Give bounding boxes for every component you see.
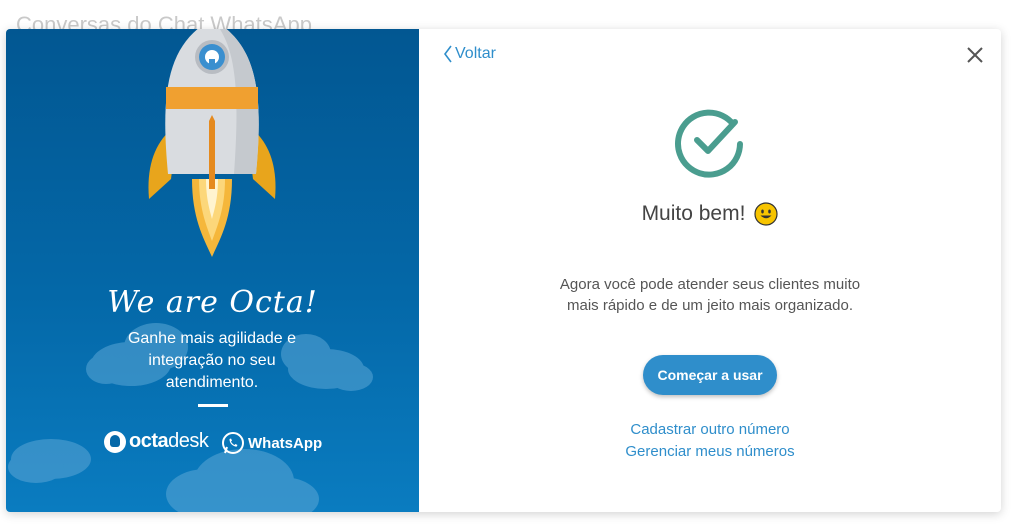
smiley-emoji-icon bbox=[754, 202, 779, 226]
close-icon bbox=[967, 47, 983, 63]
register-number-link[interactable]: Cadastrar outro número bbox=[419, 421, 1001, 438]
close-button[interactable] bbox=[963, 43, 987, 67]
octadesk-name-bold: octa bbox=[129, 430, 169, 452]
octadesk-name-thin: desk bbox=[168, 430, 209, 452]
check-circle-icon bbox=[675, 109, 743, 178]
slogan: We are Octa! bbox=[107, 285, 318, 320]
success-heading-text: Muito bem! bbox=[641, 202, 746, 225]
whatsapp-logo: WhatsApp bbox=[221, 431, 322, 455]
content-panel: Voltar Muito bem! Agora você pode atende… bbox=[419, 29, 1001, 512]
success-message: Agora você pode atender seus clientes mu… bbox=[559, 276, 861, 314]
whatsapp-name: WhatsApp bbox=[248, 434, 323, 452]
octadesk-logo-icon bbox=[104, 430, 126, 453]
back-link-label: Voltar bbox=[455, 45, 496, 62]
chevron-left-icon bbox=[444, 45, 452, 63]
whatsapp-icon bbox=[222, 432, 244, 454]
tagline: Ganhe mais agilidade e integração no seu… bbox=[127, 330, 297, 391]
start-button[interactable]: Começar a usar bbox=[643, 355, 777, 395]
rocket-illustration bbox=[8, 29, 373, 512]
divider bbox=[198, 404, 228, 407]
octadesk-logo: octadesk bbox=[104, 430, 209, 453]
promo-panel: We are Octa! Ganhe mais agilidade e inte… bbox=[6, 29, 419, 512]
manage-numbers-link[interactable]: Gerenciar meus números bbox=[419, 443, 1001, 460]
success-heading: Muito bem! bbox=[419, 202, 1001, 226]
back-link[interactable]: Voltar bbox=[443, 45, 496, 63]
success-modal: We are Octa! Ganhe mais agilidade e inte… bbox=[6, 29, 1001, 512]
